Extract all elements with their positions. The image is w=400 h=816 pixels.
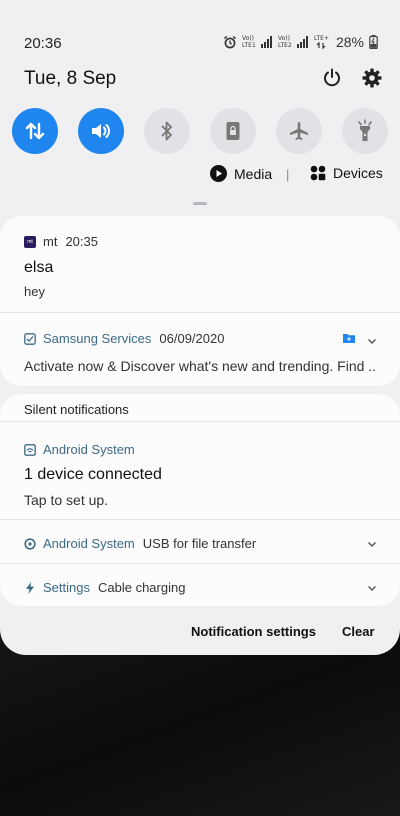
sim2-label: Vo)) LTE2 — [277, 35, 292, 49]
notification-body: hey — [24, 284, 45, 299]
notification-header: Android System USB for file transfer — [24, 536, 256, 551]
status-bar: 20:36 Vo)) LTE1 Vo)) LTE2 LTE+ 28% — [0, 26, 400, 60]
app-name: mt — [43, 234, 58, 249]
bluetooth-toggle[interactable] — [144, 108, 190, 154]
sim1-label: Vo)) LTE1 — [241, 35, 256, 49]
airplane-icon — [290, 122, 308, 140]
notification-time: 20:35 — [65, 234, 98, 249]
android-system-usb-notification[interactable]: Android System USB for file transfer — [0, 520, 400, 563]
charging-bolt-icon — [24, 581, 36, 594]
app-name: Samsung Services — [43, 331, 152, 346]
samsung-services-notification[interactable]: Samsung Services 06/09/2020 Activate now… — [0, 313, 400, 386]
notification-body: Tap to set up. — [24, 492, 109, 508]
date-label: Tue, 8 Sep — [24, 68, 117, 89]
sound-toggle[interactable] — [78, 108, 124, 154]
notification-header: Settings Cable charging — [24, 580, 185, 595]
android-system-connected-notification[interactable]: Android System 1 device connected Tap to… — [0, 422, 400, 519]
mt-app-icon: mt — [24, 235, 36, 248]
lte-plus-label: LTE+ — [313, 35, 329, 42]
battery-percent: 28% — [335, 34, 364, 50]
notification-settings-button[interactable]: Notification settings — [191, 624, 316, 639]
section-header: Silent notifications — [24, 402, 129, 417]
media-button[interactable]: Media — [210, 165, 272, 182]
android-system-icon — [24, 443, 36, 456]
app-name: Android System — [43, 442, 135, 457]
date-row: Tue, 8 Sep — [24, 68, 384, 92]
flashlight-toggle[interactable] — [342, 108, 388, 154]
sim1-signal-icon — [260, 36, 272, 48]
media-devices-separator: | — [286, 167, 290, 182]
screen-lock-toggle[interactable] — [210, 108, 256, 154]
usb-settings-icon — [24, 537, 36, 550]
data-arrows-icon — [317, 42, 326, 49]
settings-charging-notification[interactable]: Settings Cable charging — [0, 564, 400, 606]
status-icons: Vo)) LTE1 Vo)) LTE2 LTE+ 28% — [223, 34, 378, 50]
chevron-down-icon[interactable] — [366, 582, 378, 594]
devices-button[interactable]: Devices — [310, 165, 383, 181]
settings-gear-icon[interactable] — [362, 68, 382, 88]
notification-date: 06/09/2020 — [159, 331, 225, 346]
notification-group-card: mt mt 20:35 elsa hey Samsung Services 06… — [0, 216, 400, 386]
chevron-down-icon[interactable] — [366, 538, 378, 550]
mt-app-icon-text: mt — [27, 238, 33, 245]
power-icon[interactable] — [322, 68, 342, 88]
volume-icon — [92, 124, 110, 138]
notification-summary: USB for file transfer — [142, 536, 257, 551]
data-transfer-icon — [25, 122, 45, 140]
media-devices-row: Media | Devices — [0, 165, 400, 187]
flashlight-icon — [358, 119, 372, 141]
notification-title: 1 device connected — [24, 466, 162, 483]
lte-plus-data-indicator: LTE+ — [314, 35, 329, 49]
devices-grid-icon — [310, 165, 326, 181]
app-name: Android System — [43, 536, 135, 551]
battery-charging-icon — [369, 35, 378, 49]
app-name: Settings — [43, 580, 90, 595]
devices-label: Devices — [333, 165, 383, 181]
folder-badge-icon — [343, 334, 355, 343]
notification-summary: Cable charging — [97, 580, 186, 595]
rotation-lock-icon — [226, 122, 240, 140]
notification-header: Android System — [24, 442, 135, 457]
mobile-data-toggle[interactable] — [12, 108, 58, 154]
alarm-icon — [223, 36, 236, 49]
bluetooth-icon — [161, 121, 172, 141]
notification-header: Samsung Services 06/09/2020 — [24, 331, 224, 346]
notification-header: mt mt 20:35 — [24, 234, 98, 249]
notification-body: Activate now & Discover what's new and t… — [24, 358, 377, 374]
drag-handle[interactable] — [193, 202, 207, 205]
play-circle-icon — [210, 165, 227, 182]
clear-all-button[interactable]: Clear — [342, 624, 375, 639]
airplane-mode-toggle[interactable] — [276, 108, 322, 154]
sim2-signal-icon — [296, 36, 308, 48]
notification-title: elsa — [24, 259, 54, 276]
silent-notifications-card: Silent notifications Android System 1 de… — [0, 394, 400, 606]
samsung-services-icon — [24, 332, 36, 345]
mt-notification[interactable]: mt mt 20:35 elsa hey — [0, 216, 400, 316]
clock: 20:36 — [24, 35, 62, 52]
notification-shade: 20:36 Vo)) LTE1 Vo)) LTE2 LTE+ 28% Tue, … — [0, 0, 400, 655]
chevron-down-icon[interactable] — [366, 335, 378, 347]
media-label: Media — [234, 165, 273, 182]
